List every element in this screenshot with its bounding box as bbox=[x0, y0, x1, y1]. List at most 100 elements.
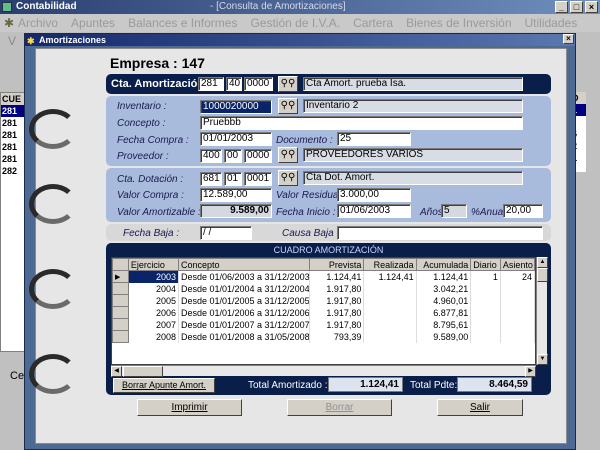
valor-residual-label: Valor Residual : bbox=[276, 190, 347, 201]
cta-amort-field-1[interactable]: 281 bbox=[198, 77, 224, 91]
causa-baja-input[interactable] bbox=[337, 226, 543, 240]
menu-bienes-inversion[interactable]: Bienes de Inversión bbox=[406, 16, 511, 30]
table-row[interactable]: 2004 Desde 01/01/2004 a 31/12/2004 1.917,8… bbox=[112, 282, 535, 295]
table-cell bbox=[500, 306, 535, 319]
scroll-right-icon[interactable]: ▶ bbox=[525, 366, 536, 377]
table-row[interactable]: ▶ 2003 Desde 01/06/2003 a 31/12/2003 1.124,… bbox=[112, 270, 535, 283]
binoculars-search-icon[interactable]: ⚲⚲ bbox=[278, 76, 298, 92]
proveedor-field-3[interactable]: 0000 bbox=[244, 149, 272, 163]
cta-amort-field-2[interactable]: 40 bbox=[226, 77, 242, 91]
table-cell bbox=[470, 282, 501, 295]
table-row[interactable]: 2007 Desde 01/01/2007 a 31/12/2007 1.917,8… bbox=[112, 318, 535, 331]
pct-anual-input[interactable]: 20,00 bbox=[503, 204, 543, 218]
table-cell: Desde 01/06/2003 a 31/12/2003 bbox=[178, 270, 310, 283]
menu-utilidades[interactable]: Utilidades bbox=[525, 16, 578, 30]
menu-balances[interactable]: Balances e Informes bbox=[128, 16, 237, 30]
empresa-heading: Empresa : 147 bbox=[110, 55, 205, 71]
table-cell: Desde 01/01/2005 a 31/12/2005 bbox=[178, 294, 310, 307]
cta-dotacion-field-2[interactable]: 01 bbox=[224, 172, 242, 186]
row-indicator[interactable] bbox=[112, 306, 129, 319]
app-menu-icon[interactable]: ✱ bbox=[0, 16, 18, 30]
column-header[interactable]: Acumulada bbox=[415, 258, 472, 271]
binoculars-search-icon[interactable]: ⚲⚲ bbox=[278, 147, 298, 163]
column-header[interactable]: Asiento bbox=[499, 258, 535, 271]
bg-v-text: V bbox=[8, 34, 17, 48]
valor-residual-input[interactable]: 3.000,00 bbox=[337, 188, 411, 202]
borrar-button[interactable]: Borrar bbox=[287, 399, 392, 416]
menu-archivo[interactable]: Archivo bbox=[18, 16, 58, 30]
table-horizontal-scrollbar[interactable]: ◀ ▶ bbox=[111, 365, 536, 377]
binoculars-search-icon[interactable]: ⚲⚲ bbox=[278, 170, 298, 186]
row-indicator[interactable] bbox=[112, 318, 129, 331]
proveedor-label: Proveedor : bbox=[117, 151, 169, 162]
table-vertical-scrollbar[interactable]: ▲ ▼ bbox=[536, 257, 548, 365]
proveedor-description: PROVEEDORES VARIOS bbox=[303, 148, 523, 162]
table-cell: Desde 01/01/2004 a 31/12/2004 bbox=[178, 282, 310, 295]
cuadro-amortizacion-panel: CUADRO AMORTIZACIÓN Ejercicio Concepto P… bbox=[106, 243, 551, 395]
fecha-baja-input[interactable]: / / bbox=[200, 226, 252, 240]
proveedor-field-1[interactable]: 400 bbox=[200, 149, 222, 163]
inventario-input[interactable]: 1000020000 bbox=[200, 100, 272, 114]
table-cell: 4.960,01 bbox=[416, 294, 472, 307]
bg-bottom-text: Ce bbox=[10, 370, 25, 382]
valor-compra-input[interactable]: 12.589,00 bbox=[200, 188, 272, 202]
dialog-title-bar: ✱ Amortizaciones × bbox=[25, 34, 575, 46]
imprimir-button[interactable]: Imprimir bbox=[137, 399, 242, 416]
table-row[interactable]: 2008 Desde 01/01/2008 a 31/05/2008 793,39 9… bbox=[112, 330, 535, 343]
menu-apuntes[interactable]: Apuntes bbox=[71, 16, 115, 30]
fecha-compra-input[interactable]: 01/01/2003 bbox=[200, 132, 272, 146]
proveedor-field-2[interactable]: 00 bbox=[224, 149, 242, 163]
spiral-ring-icon bbox=[29, 109, 77, 149]
table-cell bbox=[363, 294, 417, 307]
table-cell: Desde 01/01/2008 a 31/05/2008 bbox=[178, 330, 310, 343]
row-indicator[interactable] bbox=[112, 330, 129, 343]
close-button[interactable]: × bbox=[585, 1, 598, 13]
scroll-up-icon[interactable]: ▲ bbox=[537, 257, 548, 268]
cta-dotacion-field-3[interactable]: 0001 bbox=[244, 172, 272, 186]
column-header[interactable]: Diario bbox=[470, 258, 501, 271]
table-cell: 1 bbox=[470, 270, 501, 283]
menu-iva[interactable]: Gestión de I.V.A. bbox=[250, 16, 340, 30]
table-cell bbox=[500, 294, 535, 307]
table-cell: 2004 bbox=[128, 282, 179, 295]
column-header[interactable]: Realizada bbox=[363, 258, 417, 271]
fecha-compra-label: Fecha Compra : bbox=[117, 135, 189, 146]
amortization-table[interactable]: Ejercicio Concepto Prevista Realizada Ac… bbox=[111, 257, 536, 365]
valor-amortizable-value: 9.589,00 bbox=[200, 204, 272, 218]
empresa-label: Empresa : bbox=[110, 55, 178, 71]
anos-label: Años bbox=[420, 207, 443, 218]
cta-dotacion-description: Cta Dot. Amort. bbox=[303, 171, 523, 185]
borrar-apunte-button[interactable]: Borrar Apunte Amort. bbox=[113, 378, 215, 393]
minimize-button[interactable]: _ bbox=[555, 1, 568, 13]
column-header[interactable]: Ejercicio bbox=[127, 258, 179, 271]
scroll-thumb[interactable] bbox=[123, 366, 163, 377]
fecha-inicio-input[interactable]: 01/06/2003 bbox=[337, 204, 411, 218]
column-header[interactable]: Concepto bbox=[177, 258, 310, 271]
scroll-thumb[interactable] bbox=[537, 268, 548, 282]
row-indicator[interactable] bbox=[112, 282, 129, 295]
table-cell: 2003 bbox=[128, 270, 179, 283]
salir-button[interactable]: Salir bbox=[437, 399, 523, 416]
cta-dotacion-field-1[interactable]: 681 bbox=[200, 172, 222, 186]
documento-input[interactable]: 25 bbox=[337, 132, 411, 146]
total-pdte-value: 8.464,59 bbox=[457, 377, 532, 392]
row-pointer-icon[interactable]: ▶ bbox=[112, 270, 129, 283]
dialog-close-button[interactable]: × bbox=[563, 34, 574, 44]
scroll-left-icon[interactable]: ◀ bbox=[111, 366, 122, 377]
dialog-title: Amortizaciones bbox=[39, 35, 107, 45]
inventario-label: Inventario : bbox=[117, 101, 167, 112]
row-indicator[interactable] bbox=[112, 294, 129, 307]
scroll-down-icon[interactable]: ▼ bbox=[537, 354, 548, 365]
cta-amort-field-3[interactable]: 0000 bbox=[244, 77, 273, 91]
menu-cartera[interactable]: Cartera bbox=[353, 16, 393, 30]
app-title-bar: Contabilidad - [Consulta de Amortizacion… bbox=[0, 0, 600, 14]
column-header[interactable]: Prevista bbox=[308, 258, 365, 271]
causa-baja-label: Causa Baja : bbox=[282, 228, 340, 239]
restore-button[interactable]: □ bbox=[570, 1, 583, 13]
table-row[interactable]: 2006 Desde 01/01/2006 a 31/12/2006 1.917,8… bbox=[112, 306, 535, 319]
binoculars-search-icon[interactable]: ⚲⚲ bbox=[278, 98, 298, 114]
table-cell: 2005 bbox=[128, 294, 179, 307]
table-row[interactable]: 2005 Desde 01/01/2005 a 31/12/2005 1.917,8… bbox=[112, 294, 535, 307]
concepto-input[interactable]: Pruebbb bbox=[200, 116, 523, 130]
table-cell: 1.917,80 bbox=[309, 318, 365, 331]
